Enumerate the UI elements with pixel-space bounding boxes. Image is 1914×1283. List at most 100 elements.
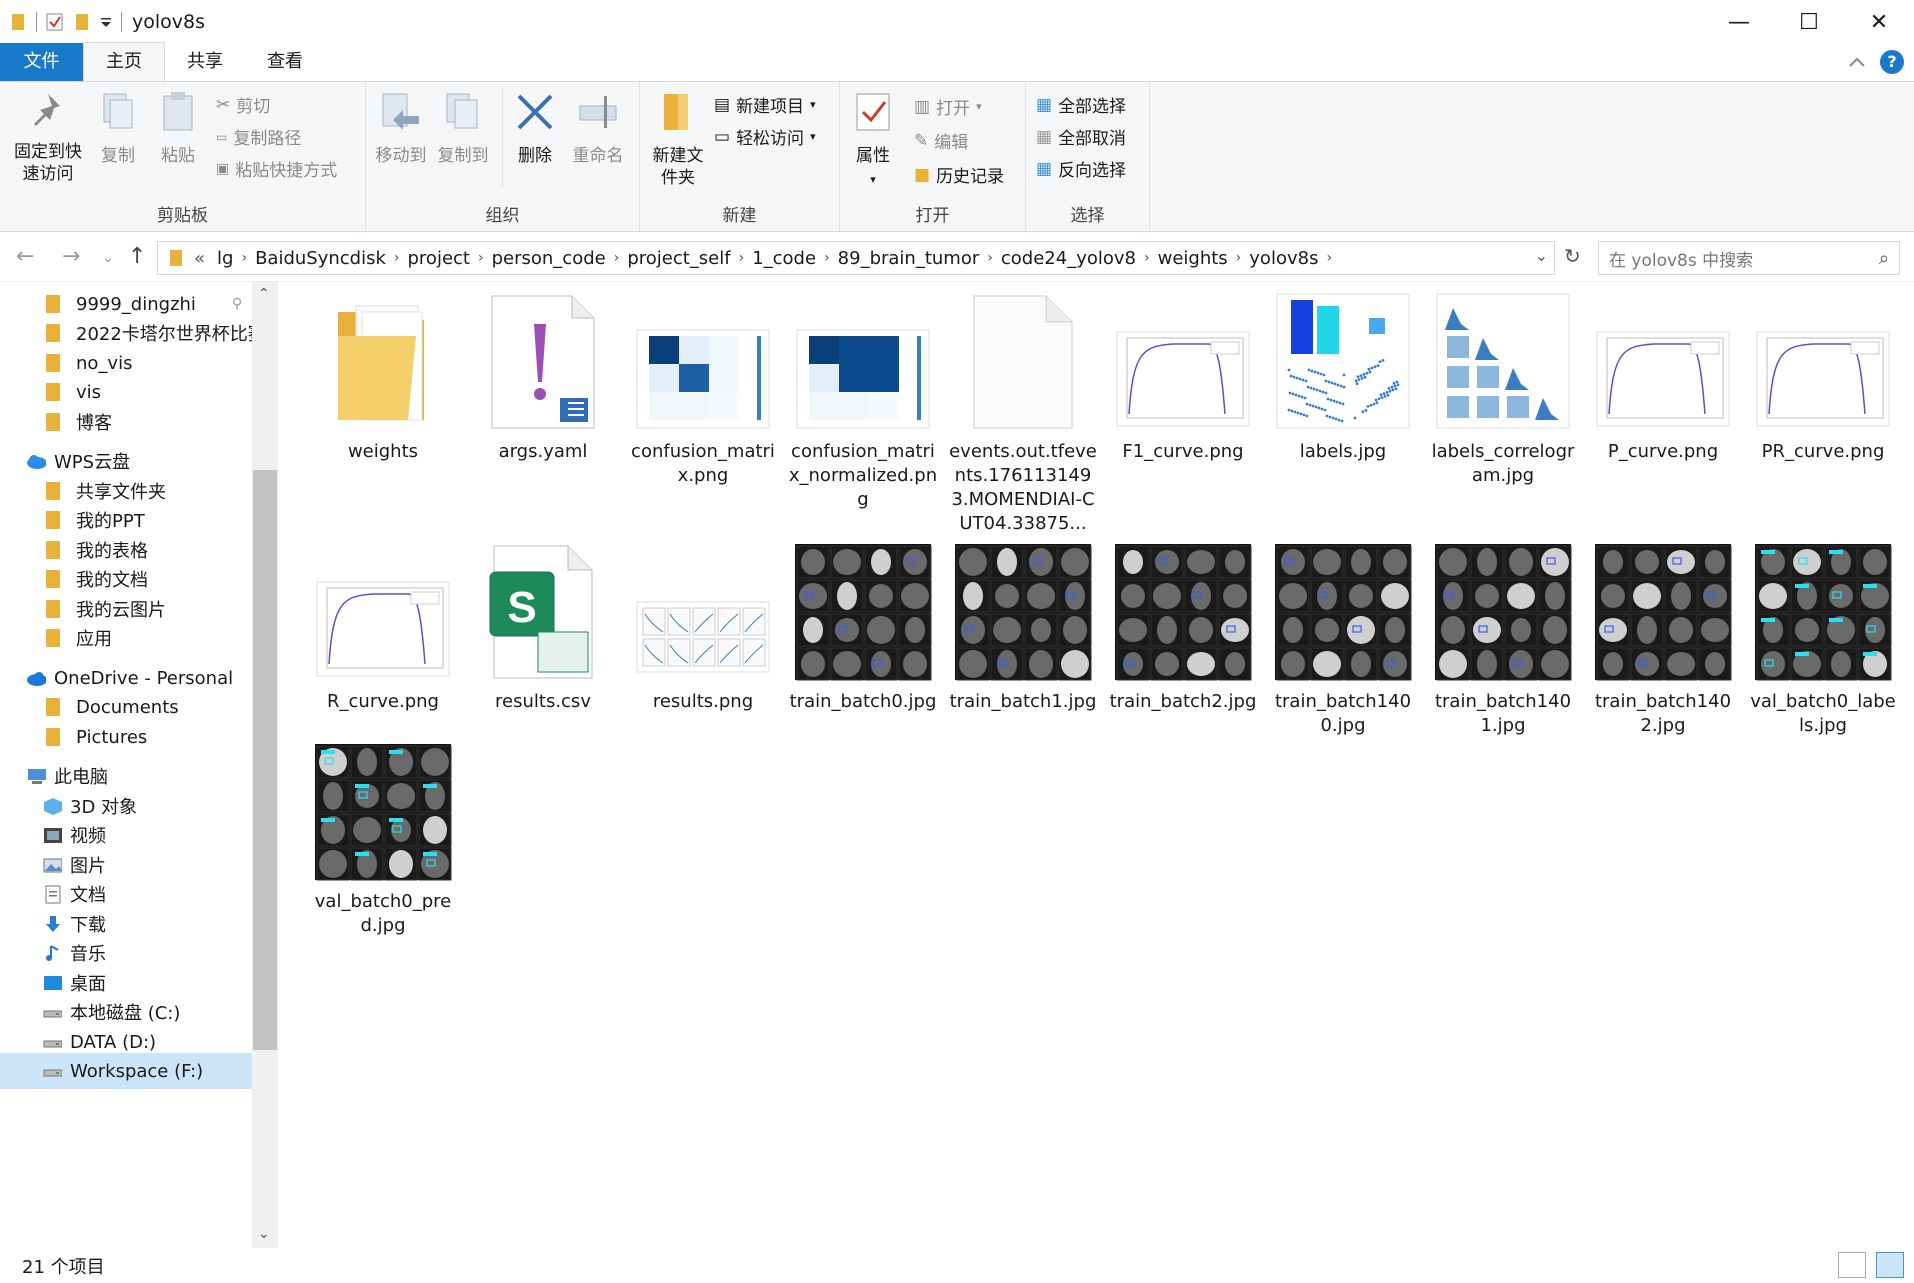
- pin-quick-access-button[interactable]: 固定到快速访问: [8, 90, 88, 185]
- new-folder-button[interactable]: 新建文件夹: [648, 90, 708, 189]
- collapse-ribbon-icon[interactable]: [1848, 56, 1866, 68]
- nav-item[interactable]: Workspace (F:): [0, 1053, 252, 1089]
- refresh-icon[interactable]: ↻: [1564, 244, 1581, 268]
- move-to-button[interactable]: 移动到: [372, 90, 430, 168]
- easy-access-button[interactable]: ▭ 轻松访问 ▾: [714, 124, 816, 150]
- file-item[interactable]: labels.jpg: [1268, 292, 1418, 464]
- maximize-button[interactable]: ☐: [1774, 0, 1844, 44]
- file-item[interactable]: P_curve.png: [1588, 292, 1738, 464]
- breadcrumb-item[interactable]: weights: [1152, 248, 1234, 269]
- folder-icon: [46, 413, 60, 431]
- file-item[interactable]: args.yaml: [468, 292, 618, 464]
- chevron-right-icon[interactable]: ›: [1324, 250, 1334, 266]
- invert-selection-button[interactable]: ▦ 反向选择: [1036, 156, 1126, 182]
- breadcrumb-item[interactable]: BaiduSyncdisk: [249, 248, 392, 269]
- file-item[interactable]: Sresults.csv: [468, 542, 618, 714]
- recent-dropdown-icon[interactable]: ⌄: [102, 250, 114, 266]
- new-group: 新建文件夹 ▤ 新建项目 ▾ ▭ 轻松访问 ▾ 新建: [640, 82, 840, 232]
- breadcrumb-overflow[interactable]: «: [188, 248, 211, 269]
- help-button[interactable]: ?: [1880, 50, 1904, 74]
- chevron-right-icon[interactable]: ›: [239, 250, 249, 266]
- copy-path-button[interactable]: ▭ 复制路径: [216, 124, 301, 149]
- new-item-button[interactable]: ▤ 新建项目 ▾: [714, 92, 816, 118]
- search-box[interactable]: 在 yolov8s 中搜索 ⌕: [1598, 241, 1900, 275]
- file-item[interactable]: events.out.tfevents.1761131493.MOMENDIAI…: [948, 292, 1098, 536]
- chevron-right-icon[interactable]: ›: [1234, 250, 1244, 266]
- file-item[interactable]: train_batch1402.jpg: [1588, 542, 1738, 738]
- file-item[interactable]: confusion_matrix.png: [628, 292, 778, 488]
- nav-item[interactable]: 博客: [46, 404, 112, 440]
- breadcrumb-item[interactable]: project_self: [621, 248, 736, 269]
- breadcrumb-item[interactable]: 89_brain_tumor: [832, 248, 986, 269]
- file-item[interactable]: F1_curve.png: [1108, 292, 1258, 464]
- file-item[interactable]: train_batch1400.jpg: [1268, 542, 1418, 738]
- history-button[interactable]: ■ 历史记录: [914, 162, 1004, 188]
- tab-file[interactable]: 文件: [0, 43, 83, 81]
- nav-item[interactable]: 应用: [46, 620, 112, 656]
- copy-button[interactable]: 复制: [92, 90, 144, 168]
- file-item[interactable]: train_batch2.jpg: [1108, 542, 1258, 714]
- chevron-right-icon[interactable]: ›: [392, 250, 402, 266]
- minimize-button[interactable]: —: [1704, 0, 1774, 44]
- delete-label: 删除: [518, 146, 552, 166]
- file-item[interactable]: results.png: [628, 542, 778, 714]
- paste-button[interactable]: 粘贴: [152, 90, 204, 168]
- window-title: yolov8s: [132, 11, 206, 33]
- file-item[interactable]: val_batch0_labels.jpg: [1748, 542, 1898, 738]
- up-arrow-icon[interactable]: ↑: [128, 244, 146, 269]
- tab-share[interactable]: 共享: [165, 43, 245, 81]
- details-view-button[interactable]: [1838, 1252, 1866, 1278]
- address-history-dropdown-icon[interactable]: ⌄: [1535, 246, 1548, 265]
- tab-home[interactable]: 主页: [83, 42, 165, 81]
- paste-shortcut-button[interactable]: ▣ 粘贴快捷方式: [216, 156, 337, 182]
- scroll-up-icon[interactable]: ⌃: [258, 286, 270, 302]
- paste-icon: [163, 92, 193, 131]
- select-none-button[interactable]: ▦ 全部取消: [1036, 124, 1126, 150]
- select-all-button[interactable]: ▦ 全部选择: [1036, 92, 1126, 118]
- file-item[interactable]: confusion_matrix_normalized.png: [788, 292, 938, 512]
- nav-scrollbar-thumb[interactable]: [253, 470, 277, 1050]
- file-item[interactable]: weights: [308, 292, 458, 464]
- tab-view[interactable]: 查看: [245, 43, 325, 81]
- rename-button[interactable]: 重命名: [566, 90, 630, 168]
- breadcrumb-item[interactable]: project: [402, 248, 476, 269]
- properties-button[interactable]: 属性 ▾: [848, 90, 898, 191]
- breadcrumb-item[interactable]: lg: [211, 248, 239, 269]
- image-thumbnail: [308, 742, 458, 884]
- chevron-right-icon[interactable]: ›: [822, 250, 832, 266]
- file-item[interactable]: PR_curve.png: [1748, 292, 1898, 464]
- chevron-right-icon[interactable]: ›: [1142, 250, 1152, 266]
- copy-to-button[interactable]: 复制到: [434, 90, 492, 168]
- customize-dropdown-icon[interactable]: [99, 12, 113, 32]
- file-item[interactable]: labels_correlogram.jpg: [1428, 292, 1578, 488]
- file-item[interactable]: train_batch1.jpg: [948, 542, 1098, 714]
- chevron-right-icon[interactable]: ›: [476, 250, 486, 266]
- nav-item[interactable]: Pictures: [46, 719, 147, 755]
- file-item[interactable]: train_batch0.jpg: [788, 542, 938, 714]
- file-item[interactable]: R_curve.png: [308, 542, 458, 714]
- back-arrow-icon[interactable]: ←: [16, 244, 34, 269]
- breadcrumb-item[interactable]: code24_yolov8: [995, 248, 1142, 269]
- file-item[interactable]: val_batch0_pred.jpg: [308, 742, 458, 938]
- history-icon: ■: [914, 164, 931, 185]
- delete-button[interactable]: 删除: [510, 90, 560, 168]
- cut-button[interactable]: ✂ 剪切: [216, 92, 270, 118]
- open-button[interactable]: ▥ 打开 ▾: [914, 94, 982, 120]
- breadcrumb-item[interactable]: person_code: [486, 248, 612, 269]
- move-to-label: 移动到: [375, 146, 427, 166]
- scroll-down-icon[interactable]: ⌄: [258, 1226, 270, 1242]
- breadcrumb-item[interactable]: 1_code: [746, 248, 822, 269]
- chevron-right-icon[interactable]: ›: [737, 250, 747, 266]
- edit-button[interactable]: ✎ 编辑: [914, 128, 968, 154]
- close-button[interactable]: ✕: [1844, 0, 1914, 44]
- chevron-right-icon[interactable]: ›: [985, 250, 995, 266]
- new-folder-icon[interactable]: [73, 12, 91, 32]
- breadcrumb-item[interactable]: yolov8s: [1243, 248, 1324, 269]
- desktop-icon: [42, 973, 70, 993]
- properties-check-icon[interactable]: [45, 12, 65, 32]
- address-bar[interactable]: « lg › BaiduSyncdisk › project › person_code › p…: [157, 241, 1555, 275]
- chevron-right-icon[interactable]: ›: [612, 250, 622, 266]
- large-icons-view-button[interactable]: [1876, 1252, 1904, 1278]
- forward-arrow-icon[interactable]: →: [62, 244, 80, 269]
- file-item[interactable]: train_batch1401.jpg: [1428, 542, 1578, 738]
